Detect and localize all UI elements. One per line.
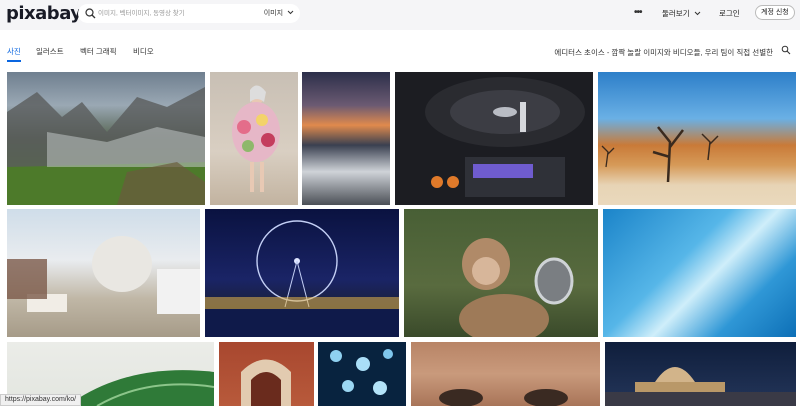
gallery-image-sea-sunset[interactable]	[302, 72, 390, 205]
gallery-image-flower-dress-woman[interactable]	[210, 72, 298, 205]
chevron-down-icon	[694, 11, 701, 16]
gallery-image-monkey-mirror[interactable]	[404, 209, 598, 337]
login-link[interactable]: 로그인	[719, 8, 740, 19]
gallery-image-jellyfish[interactable]	[318, 342, 406, 406]
gallery-image-domed-building-night[interactable]	[605, 342, 796, 406]
gallery-image-desert-dead-trees[interactable]	[598, 72, 796, 205]
chevron-down-icon	[287, 10, 294, 15]
tab-illustrations[interactable]: 일러스트	[36, 46, 64, 57]
image-gallery	[0, 64, 800, 406]
search-icon[interactable]	[781, 45, 791, 55]
explore-menu[interactable]: 둘러보기	[662, 8, 701, 19]
join-button[interactable]: 계정 신청	[755, 5, 795, 20]
top-bar: pixabay 이미지 ••• 둘러보기 로그인 계정 신청	[0, 0, 800, 30]
gallery-image-turntable-dj[interactable]	[395, 72, 593, 205]
status-url: https://pixabay.com/ko/	[0, 394, 82, 406]
active-tab-indicator	[7, 60, 21, 62]
tab-videos[interactable]: 비디오	[133, 46, 154, 57]
gallery-image-ferris-wheel-night[interactable]	[205, 209, 399, 337]
gallery-image-mountain-valley[interactable]	[7, 72, 205, 205]
gallery-image-street-cart-ox[interactable]	[7, 209, 200, 337]
more-menu-button[interactable]: •••	[634, 7, 642, 18]
pixabay-logo[interactable]: pixabay	[6, 3, 82, 24]
explore-label: 둘러보기	[662, 9, 690, 18]
tab-vectors[interactable]: 벡터 그래픽	[80, 46, 117, 57]
media-tabs-bar: 사진 일러스트 벡터 그래픽 비디오 에디터스 초이스 - 깜짝 놀랄 이미지와…	[0, 30, 800, 64]
search-icon	[85, 8, 96, 19]
gallery-image-face-closeup[interactable]	[411, 342, 600, 406]
search-input[interactable]	[98, 6, 266, 21]
media-type-label: 이미지	[263, 10, 284, 17]
search-box[interactable]: 이미지	[78, 4, 300, 23]
editors-choice-text[interactable]: 에디터스 초이스 - 깜짝 놀랄 이미지와 비디오들, 우리 팀이 직접 선별한	[554, 47, 773, 58]
gallery-image-ocean-waves[interactable]	[603, 209, 796, 337]
media-type-select[interactable]: 이미지	[264, 8, 294, 18]
gallery-image-red-fort-arch[interactable]	[219, 342, 314, 406]
tab-photos[interactable]: 사진	[7, 46, 21, 57]
